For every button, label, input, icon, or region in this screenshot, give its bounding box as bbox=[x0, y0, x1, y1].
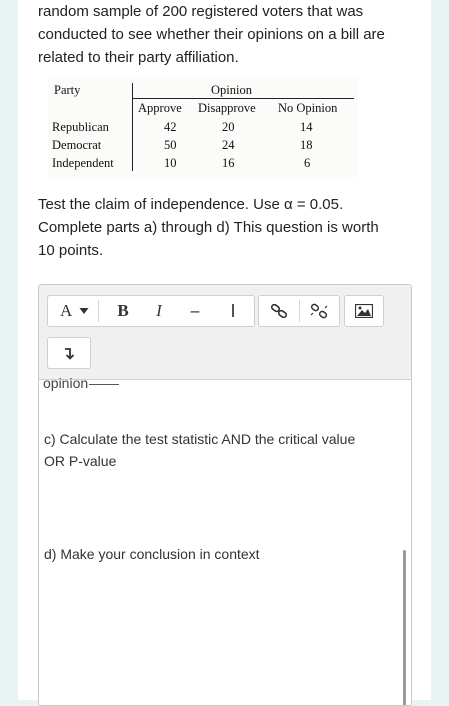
table-row-header: Party bbox=[54, 83, 81, 97]
table-cell: 14 bbox=[300, 120, 313, 134]
table-party-cell: Republican bbox=[52, 120, 109, 134]
table-cell: 18 bbox=[300, 138, 313, 152]
question-instructions: Test the claim of independence. Use α = … bbox=[38, 193, 418, 262]
table-cell: 6 bbox=[304, 156, 311, 170]
table-cell: 42 bbox=[164, 120, 177, 134]
table-cell: 24 bbox=[222, 138, 235, 152]
table-party-cell: Democrat bbox=[52, 138, 102, 152]
format-button-group: A B I – I bbox=[47, 295, 255, 327]
link-icon bbox=[270, 304, 288, 318]
font-menu-button[interactable]: A bbox=[48, 296, 98, 326]
part-c-line: c) Calculate the test statistic AND the … bbox=[44, 431, 356, 447]
toolbar-separator bbox=[98, 300, 99, 322]
unlink-icon bbox=[310, 303, 328, 319]
caret-down-icon bbox=[79, 308, 89, 314]
unlink-button[interactable] bbox=[301, 296, 337, 326]
intro-line: random sample of 200 registered voters t… bbox=[38, 3, 364, 20]
table-column-header: Approve bbox=[138, 101, 182, 115]
part-c-line: OR P-value bbox=[44, 453, 117, 469]
editor-content[interactable]: opinion c) Calculate the test statistic … bbox=[39, 375, 411, 705]
link-button[interactable] bbox=[261, 296, 297, 326]
table-column-header: No Opinion bbox=[278, 101, 338, 115]
answer-editor[interactable]: A B I – I opinion c) Calculate the test … bbox=[38, 284, 412, 706]
instruction-line: 10 points. bbox=[38, 242, 104, 259]
clipped-text: opinion bbox=[43, 375, 89, 391]
part-c-prompt: c) Calculate the test statistic AND the … bbox=[44, 428, 406, 472]
editor-toolbar: A B I – I bbox=[39, 285, 411, 380]
image-icon bbox=[355, 304, 373, 318]
table-party-cell: Independent bbox=[52, 156, 114, 170]
table-divider-horizontal bbox=[132, 98, 354, 99]
question-intro: random sample of 200 registered voters t… bbox=[38, 0, 418, 69]
arrow-down-icon bbox=[65, 348, 75, 360]
bold-button[interactable]: B bbox=[108, 296, 138, 326]
link-button-group bbox=[258, 295, 340, 327]
strikethrough-button[interactable]: – bbox=[180, 296, 210, 326]
more-button-group bbox=[47, 337, 91, 369]
table-cell: 10 bbox=[164, 156, 177, 170]
instruction-line: Test the claim of independence. Use α = … bbox=[38, 196, 344, 213]
intro-line: related to their party affiliation. bbox=[38, 49, 239, 66]
table-column-group: Opinion bbox=[211, 83, 252, 97]
table-cell: 50 bbox=[164, 138, 177, 152]
italic-button[interactable]: I bbox=[144, 296, 174, 326]
part-d-prompt: d) Make your conclusion in context bbox=[44, 546, 260, 562]
image-button-group bbox=[344, 295, 384, 327]
table-cell: 16 bbox=[222, 156, 235, 170]
intro-line: conducted to see whether their opinions … bbox=[38, 26, 385, 43]
clear-format-button[interactable]: I bbox=[218, 296, 248, 326]
instruction-line: Complete parts a) through d) This questi… bbox=[38, 219, 379, 236]
answer-blank-line bbox=[89, 384, 119, 385]
insert-image-button[interactable] bbox=[345, 296, 383, 326]
table-column-header: Disapprove bbox=[198, 101, 256, 115]
table-divider-vertical bbox=[132, 83, 133, 171]
font-menu-label: A bbox=[60, 301, 73, 320]
insert-below-button[interactable] bbox=[48, 338, 90, 368]
editor-scrollbar[interactable] bbox=[403, 550, 406, 705]
toolbar-separator bbox=[299, 300, 300, 322]
contingency-table: Party Opinion Approve Disapprove No Opin… bbox=[48, 77, 358, 177]
table-cell: 20 bbox=[222, 120, 235, 134]
